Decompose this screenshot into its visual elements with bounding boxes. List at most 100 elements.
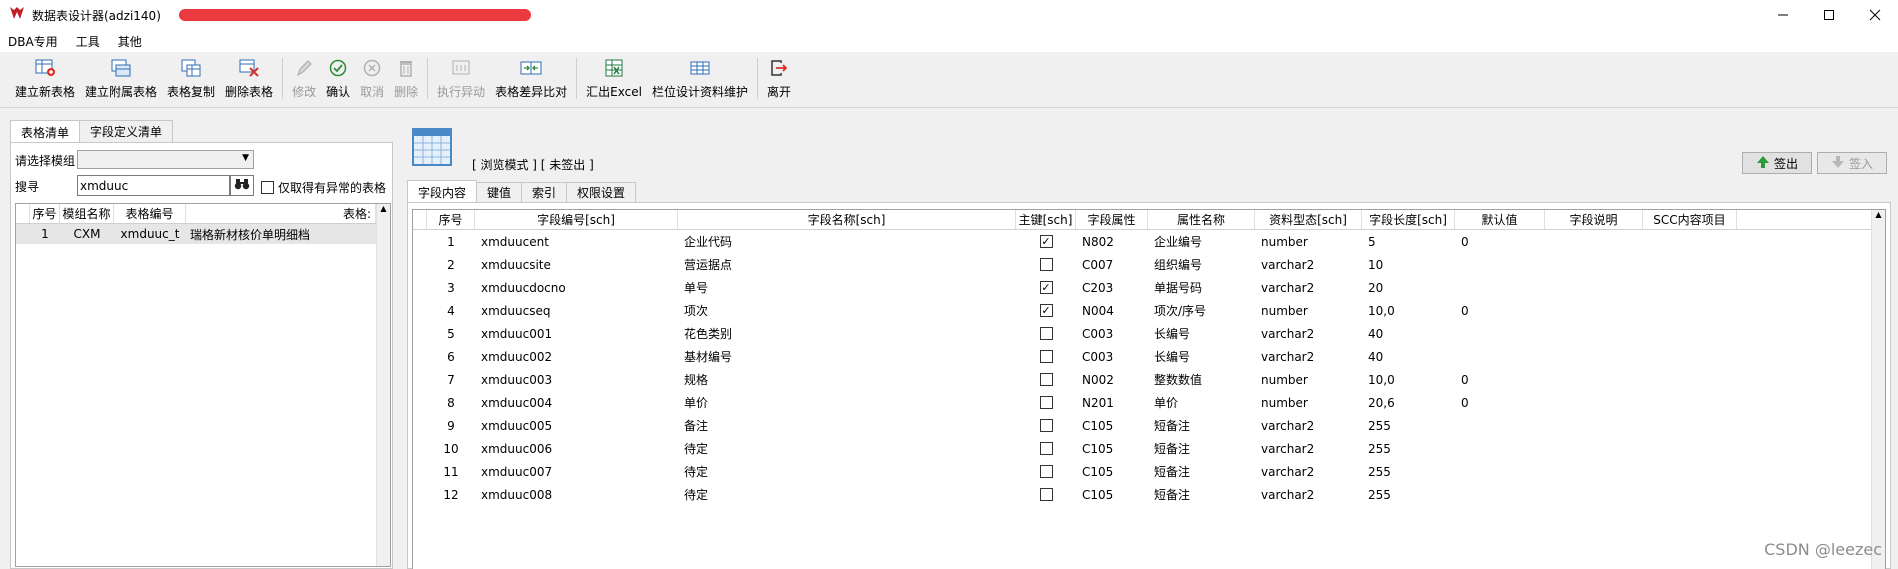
search-input[interactable]: [77, 175, 230, 196]
table-row[interactable]: 10 xmduuc006 待定 C105 短备注 varchar2 255: [413, 437, 1885, 460]
pk-checkbox[interactable]: ✓: [1039, 281, 1053, 294]
col-header-default[interactable]: 默认值: [1455, 210, 1545, 229]
col-header-field-name[interactable]: 字段名称[sch]: [678, 210, 1016, 229]
tab-field-definitions[interactable]: 字段定义清单: [79, 120, 174, 142]
col-header-table-id[interactable]: 表格编号: [114, 204, 186, 223]
execute-button[interactable]: 执行异动: [432, 52, 490, 107]
cell-field-name: 单号: [684, 281, 709, 295]
cell-scc: [1643, 322, 1737, 345]
pk-checkbox[interactable]: [1039, 488, 1053, 501]
confirm-icon: [327, 58, 349, 78]
cancel-button[interactable]: 取消: [355, 52, 389, 107]
module-select[interactable]: ▼: [77, 150, 254, 169]
tab-keys[interactable]: 键值: [476, 182, 523, 202]
table-row[interactable]: 4 xmduucseq 项次 ✓ N004 项次/序号 number 10,0 0: [413, 299, 1885, 322]
cell-data-type: varchar2: [1261, 257, 1315, 272]
pk-checkbox[interactable]: [1039, 350, 1053, 363]
checkmark-icon: ✓: [1041, 235, 1051, 248]
tab-permissions[interactable]: 权限设置: [566, 182, 637, 202]
tab-field-content[interactable]: 字段内容: [407, 180, 478, 203]
cell-no: 10: [443, 441, 459, 456]
cell-attr: C007: [1082, 257, 1114, 272]
sub-table-label: 建立附属表格: [85, 85, 158, 99]
checkout-button[interactable]: 签出: [1742, 152, 1812, 174]
pk-checkbox[interactable]: [1039, 442, 1053, 455]
checkin-button[interactable]: 签入: [1817, 152, 1887, 174]
pk-checkbox[interactable]: [1039, 465, 1053, 478]
col-header-description[interactable]: 字段说明: [1545, 210, 1643, 229]
table-row[interactable]: 11 xmduuc007 待定 C105 短备注 varchar2 255: [413, 460, 1885, 483]
table-row[interactable]: 1 CXM xmduuc_t 瑞格新材核价单明细档: [16, 224, 390, 244]
confirm-button[interactable]: 确认: [321, 52, 355, 107]
field-design-button[interactable]: 栏位设计资料维护: [647, 52, 753, 107]
table-row[interactable]: 8 xmduuc004 单价 N201 单价 number 20,6 0: [413, 391, 1885, 414]
cell-attr-name: 短备注: [1154, 442, 1191, 456]
col-header-field-id[interactable]: 字段编号[sch]: [475, 210, 678, 229]
cell-default: [1455, 322, 1545, 345]
tab-table-list[interactable]: 表格清单: [10, 120, 81, 143]
col-header-pk[interactable]: 主键[sch]: [1016, 210, 1076, 229]
abnormal-only-checkbox[interactable]: 仅取得有异常的表格: [261, 179, 386, 196]
app-window: 数据表设计器(adzi140) DBA专用 工具 其他 建立新表格 建立附属表格…: [0, 0, 1898, 569]
table-row[interactable]: 3 xmduucdocno 单号 ✓ C203 单据号码 varchar2 20: [413, 276, 1885, 299]
pk-checkbox[interactable]: ✓: [1039, 304, 1053, 317]
table-row[interactable]: 5 xmduuc001 花色类别 C003 长编号 varchar2 40: [413, 322, 1885, 345]
new-table-icon: [34, 58, 56, 78]
vertical-scrollbar[interactable]: ▲: [376, 204, 390, 566]
cell-attr: C105: [1082, 418, 1114, 433]
search-button[interactable]: [230, 175, 254, 196]
compare-label: 表格差异比对: [495, 85, 568, 99]
pk-checkbox[interactable]: [1039, 396, 1053, 409]
cell-no: 6: [447, 349, 455, 364]
checkmark-icon: ✓: [1041, 304, 1051, 317]
cell-scc: [1643, 345, 1737, 368]
cell-field-name: 营运据点: [684, 258, 733, 272]
col-header-scc[interactable]: SCC内容项目: [1643, 210, 1737, 229]
close-icon[interactable]: [1852, 0, 1898, 30]
delete-button[interactable]: 删除: [389, 52, 423, 107]
table-row[interactable]: 2 xmduucsite 营运据点 C007 组织编号 varchar2 10: [413, 253, 1885, 276]
menu-other[interactable]: 其他: [116, 33, 154, 50]
execute-label: 执行异动: [437, 85, 486, 99]
col-header-no[interactable]: 序号: [427, 210, 475, 229]
cell-description: [1545, 322, 1643, 345]
menu-dba[interactable]: DBA专用: [6, 33, 70, 50]
trash-icon: [395, 58, 417, 78]
checkmark-icon: ✓: [1041, 281, 1051, 294]
table-row[interactable]: 9 xmduuc005 备注 C105 短备注 varchar2 255: [413, 414, 1885, 437]
menu-tools[interactable]: 工具: [74, 33, 112, 50]
col-header-module[interactable]: 模组名称: [60, 204, 114, 223]
exit-button[interactable]: 离开: [762, 52, 796, 107]
abnormal-only-box[interactable]: [261, 181, 274, 194]
maximize-icon[interactable]: [1806, 0, 1852, 30]
copy-table-button[interactable]: 表格复制: [162, 52, 220, 107]
pk-checkbox[interactable]: [1039, 327, 1053, 340]
table-row[interactable]: 1 xmduucent 企业代码 ✓ N802 企业编号 number 5 0: [413, 230, 1885, 253]
delete-table-button[interactable]: 删除表格: [220, 52, 278, 107]
cell-field-id: xmduucent: [481, 234, 549, 249]
pk-checkbox[interactable]: [1039, 373, 1053, 386]
new-table-button[interactable]: 建立新表格: [10, 52, 80, 107]
pk-checkbox[interactable]: ✓: [1039, 235, 1053, 248]
tab-index[interactable]: 索引: [521, 182, 568, 202]
export-excel-button[interactable]: 汇出Excel: [581, 52, 647, 107]
col-header-data-type[interactable]: 资料型态[sch]: [1255, 210, 1362, 229]
copy-table-label: 表格复制: [167, 85, 216, 99]
field-design-label: 栏位设计资料维护: [651, 85, 748, 99]
minimize-icon[interactable]: [1760, 0, 1806, 30]
compare-button[interactable]: 表格差异比对: [490, 52, 572, 107]
col-header-table-name[interactable]: 表格:: [186, 204, 376, 223]
pk-checkbox[interactable]: [1039, 419, 1053, 432]
col-header-length[interactable]: 字段长度[sch]: [1362, 210, 1455, 229]
edit-button[interactable]: 修改: [287, 52, 321, 107]
table-row[interactable]: 12 xmduuc008 待定 C105 短备注 varchar2 255: [413, 483, 1885, 506]
vertical-scrollbar[interactable]: ▲: [1871, 210, 1885, 569]
table-row[interactable]: 6 xmduuc002 基材编号 C003 长编号 varchar2 40: [413, 345, 1885, 368]
col-header-no[interactable]: 序号: [30, 204, 60, 223]
pk-checkbox[interactable]: [1039, 258, 1053, 271]
sub-table-button[interactable]: 建立附属表格: [80, 52, 162, 107]
col-header-attr[interactable]: 字段属性: [1076, 210, 1148, 229]
cell-description: [1545, 253, 1643, 276]
col-header-attr-name[interactable]: 属性名称: [1148, 210, 1255, 229]
table-row[interactable]: 7 xmduuc003 规格 N002 整数数值 number 10,0 0: [413, 368, 1885, 391]
